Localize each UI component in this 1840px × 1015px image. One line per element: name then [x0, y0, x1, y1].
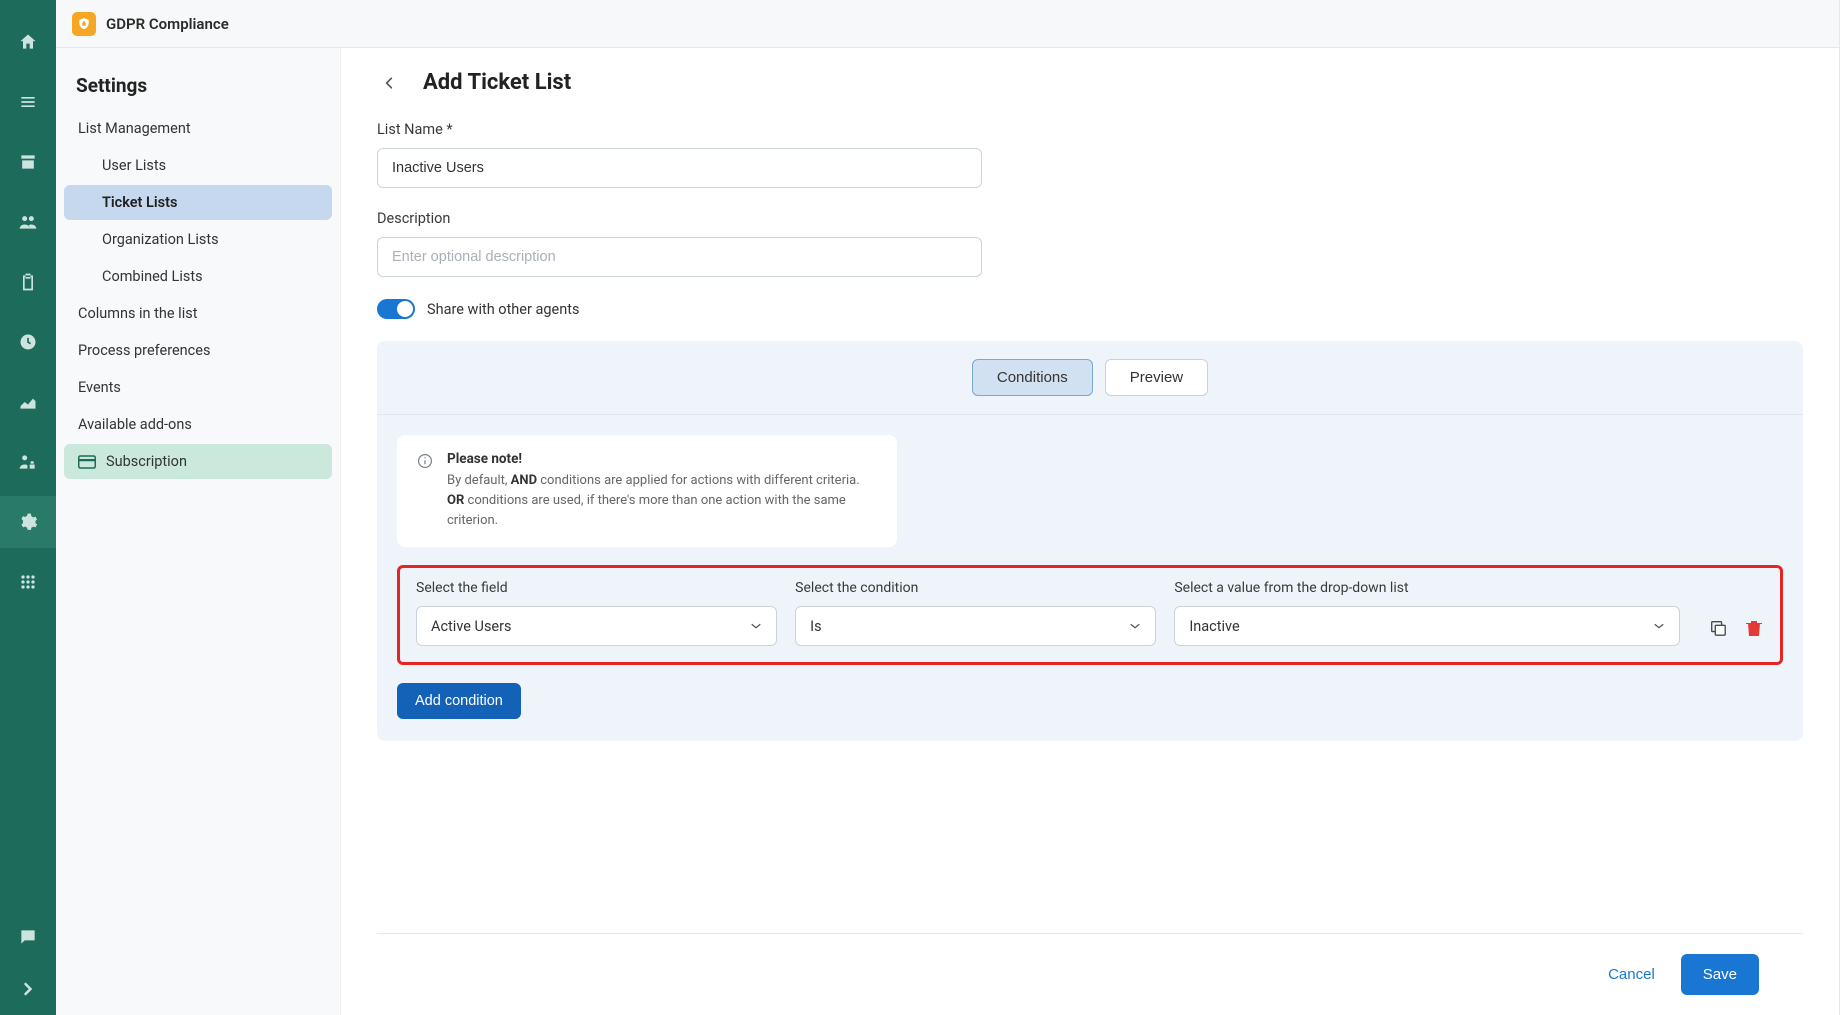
chevron-down-icon: [750, 622, 762, 630]
sidebar-item-org-lists[interactable]: Organization Lists: [64, 222, 332, 257]
note-body: By default, AND conditions are applied f…: [447, 471, 877, 531]
apps-grid-icon: [18, 572, 38, 592]
page-title: Add Ticket List: [423, 70, 571, 95]
topbar: GDPR Compliance: [56, 0, 1839, 48]
value-select-label: Select a value from the drop-down list: [1174, 580, 1680, 596]
clock-icon: [18, 332, 38, 352]
value-select-value: Inactive: [1189, 618, 1239, 635]
rail-lists[interactable]: [0, 76, 56, 128]
note-title: Please note!: [447, 451, 877, 467]
field-select-label: Select the field: [416, 580, 777, 596]
app-title: GDPR Compliance: [106, 15, 229, 33]
condition-select[interactable]: Is: [795, 606, 1156, 646]
rail-collapse[interactable]: [0, 963, 56, 1015]
rail-home[interactable]: [0, 16, 56, 68]
copy-condition-button[interactable]: [1708, 618, 1728, 638]
user-lock-icon: [18, 452, 38, 472]
rail-chart[interactable]: [0, 376, 56, 428]
description-label: Description: [377, 210, 1803, 227]
info-icon: [417, 453, 433, 469]
condition-row-highlighted: Select the field Active Users Select the…: [397, 565, 1783, 665]
rail-clipboard[interactable]: [0, 256, 56, 308]
sidebar-item-addons[interactable]: Available add-ons: [64, 407, 332, 442]
delete-condition-button[interactable]: [1744, 618, 1764, 638]
description-input[interactable]: [377, 237, 982, 277]
add-condition-button[interactable]: Add condition: [397, 683, 521, 719]
tab-preview[interactable]: Preview: [1105, 359, 1208, 396]
home-icon: [18, 32, 38, 52]
rail-lock-user[interactable]: [0, 436, 56, 488]
chevron-left-icon: [385, 76, 393, 90]
chevron-down-icon: [1129, 622, 1141, 630]
sidebar-item-process-prefs[interactable]: Process preferences: [64, 333, 332, 368]
copy-icon: [1709, 619, 1727, 637]
chat-icon: [18, 927, 38, 947]
conditions-panel: Conditions Preview Please note! By defau…: [377, 341, 1803, 741]
tab-conditions[interactable]: Conditions: [972, 359, 1093, 396]
info-note: Please note! By default, AND conditions …: [397, 435, 897, 547]
sidebar-item-columns[interactable]: Columns in the list: [64, 296, 332, 331]
chart-icon: [18, 392, 38, 412]
annotation-arrow: [341, 503, 361, 603]
sidebar-item-combined-lists[interactable]: Combined Lists: [64, 259, 332, 294]
cancel-button[interactable]: Cancel: [1608, 966, 1655, 983]
trash-icon: [1746, 619, 1762, 637]
field-select-value: Active Users: [431, 618, 512, 635]
main-content: Add Ticket List List Name * Description …: [341, 48, 1839, 1015]
sidebar-item-subscription[interactable]: Subscription: [64, 444, 332, 479]
users-icon: [18, 212, 38, 232]
sidebar-item-list-management[interactable]: List Management: [64, 111, 332, 146]
field-select[interactable]: Active Users: [416, 606, 777, 646]
rail-apps[interactable]: [0, 556, 56, 608]
share-toggle[interactable]: [377, 299, 415, 319]
value-select[interactable]: Inactive: [1174, 606, 1680, 646]
sidebar-item-ticket-lists[interactable]: Ticket Lists: [64, 185, 332, 220]
share-toggle-label: Share with other agents: [427, 301, 579, 318]
archive-icon: [18, 152, 38, 172]
card-icon: [78, 455, 96, 469]
rail-users[interactable]: [0, 196, 56, 248]
rail-archive[interactable]: [0, 136, 56, 188]
clipboard-icon: [18, 272, 38, 292]
condition-select-value: Is: [810, 618, 821, 635]
list-name-label: List Name *: [377, 121, 1803, 138]
chevron-right-icon: [18, 979, 38, 999]
rail-settings[interactable]: [0, 496, 56, 548]
save-button[interactable]: Save: [1681, 954, 1759, 995]
sidebar-item-events[interactable]: Events: [64, 370, 332, 405]
footer-actions: Cancel Save: [377, 933, 1803, 1015]
sidebar-heading: Settings: [64, 68, 332, 111]
left-nav-rail: [0, 0, 56, 1015]
rail-chat[interactable]: [0, 911, 56, 963]
settings-sidebar: Settings List Management User Lists Tick…: [56, 48, 341, 1015]
sidebar-item-user-lists[interactable]: User Lists: [64, 148, 332, 183]
condition-select-label: Select the condition: [795, 580, 1156, 596]
gear-icon: [18, 512, 38, 532]
sidebar-item-label: Subscription: [106, 453, 187, 470]
rail-clock[interactable]: [0, 316, 56, 368]
chevron-down-icon: [1653, 622, 1665, 630]
list-icon: [18, 92, 38, 112]
back-button[interactable]: [377, 71, 401, 95]
list-name-input[interactable]: [377, 148, 982, 188]
app-logo-icon: [72, 12, 96, 36]
